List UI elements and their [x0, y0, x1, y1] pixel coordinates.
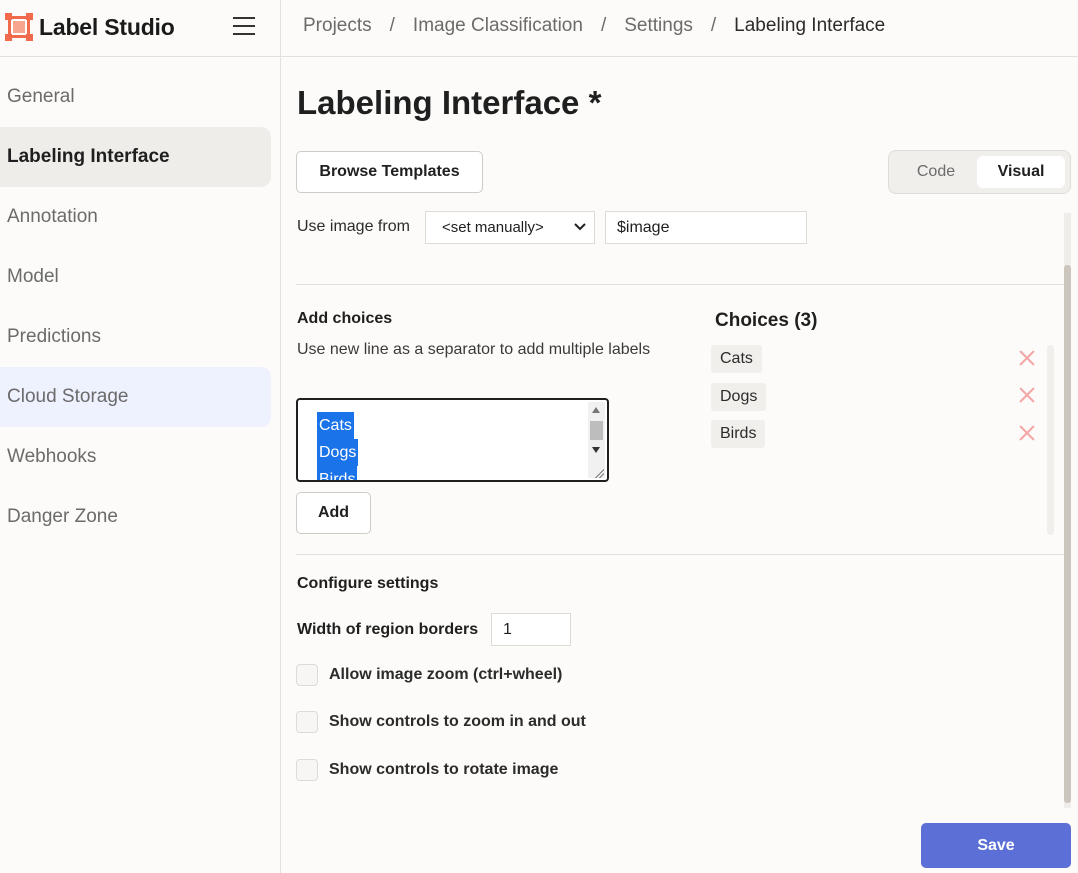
breadcrumb-current: Labeling Interface [734, 15, 886, 36]
textarea-line: Birds [317, 466, 358, 480]
breadcrumb-separator: / [710, 15, 717, 36]
resize-grip-icon[interactable] [594, 468, 604, 478]
breadcrumb-separator: / [600, 15, 607, 36]
sidebar-item-labeling-interface[interactable]: Labeling Interface [0, 127, 271, 187]
chevron-down-icon [574, 212, 586, 255]
sidebar-item-annotation[interactable]: Annotation [0, 187, 271, 247]
breadcrumb-separator: / [389, 15, 395, 36]
save-button[interactable]: Save [921, 823, 1071, 868]
tab-code[interactable]: Code [895, 156, 977, 188]
breadcrumb-project[interactable]: Image Classification [413, 15, 583, 37]
main-scroll-thumb[interactable] [1064, 265, 1071, 803]
image-source-select[interactable]: <set manually> [425, 211, 595, 244]
sidebar-item-model[interactable]: Model [0, 247, 271, 307]
choice-chip-cats: Cats [711, 345, 762, 373]
zoom-controls-checkbox[interactable] [296, 711, 318, 733]
browse-templates-button[interactable]: Browse Templates [296, 151, 483, 193]
image-source-select-value: <set manually> [442, 219, 544, 236]
header-divider [280, 0, 281, 57]
add-choices-hint: Use new line as a separator to add multi… [297, 341, 651, 358]
close-icon[interactable] [1017, 423, 1037, 443]
add-choices-button[interactable]: Add [296, 492, 371, 534]
rotate-controls-checkbox[interactable] [296, 759, 318, 781]
page-title: Labeling Interface * [297, 84, 602, 121]
breadcrumb-settings[interactable]: Settings [624, 15, 693, 37]
textarea-line: Cats [317, 412, 354, 439]
configure-settings-title: Configure settings [297, 575, 439, 592]
divider [296, 284, 1064, 285]
zoom-checkbox-label[interactable]: Allow image zoom (ctrl+wheel) [329, 666, 562, 684]
scroll-down-icon[interactable] [592, 447, 600, 453]
sidebar-item-danger-zone[interactable]: Danger Zone [0, 487, 271, 547]
hamburger-icon[interactable] [233, 17, 255, 35]
choices-textarea[interactable]: Cats Dogs Birds [296, 398, 609, 482]
scroll-up-icon[interactable] [592, 407, 600, 413]
border-width-input[interactable]: 1 [491, 613, 571, 646]
tab-visual[interactable]: Visual [977, 156, 1065, 188]
choices-scrollbar[interactable] [1047, 345, 1054, 535]
label-studio-logo-icon [5, 13, 33, 41]
image-source-label: Use image from [297, 218, 410, 235]
textarea-content: Cats Dogs Birds [317, 412, 359, 480]
image-variable-input[interactable]: $image [605, 211, 807, 244]
breadcrumb: Projects / Image Classification / Settin… [303, 15, 885, 37]
sidebar-item-cloud-storage[interactable]: Cloud Storage [0, 367, 271, 427]
top-bar: Label Studio Projects / Image Classifica… [0, 0, 1078, 57]
scroll-thumb[interactable] [590, 421, 603, 440]
add-choices-title: Add choices [297, 310, 393, 327]
choice-chip-dogs: Dogs [711, 383, 767, 411]
close-icon[interactable] [1017, 385, 1037, 405]
sidebar-item-predictions[interactable]: Predictions [0, 307, 271, 367]
choice-chip-birds: Birds [711, 420, 766, 448]
sidebar-item-general[interactable]: General [0, 67, 271, 127]
app-name: Label Studio [39, 13, 175, 40]
zoom-checkbox[interactable] [296, 664, 318, 686]
choices-title: Choices (3) [715, 310, 818, 331]
mode-toggle: Code Visual [888, 150, 1071, 194]
breadcrumb-projects[interactable]: Projects [303, 15, 372, 37]
close-icon[interactable] [1017, 348, 1037, 368]
textarea-scrollbar[interactable] [588, 402, 605, 478]
textarea-line: Dogs [317, 439, 359, 466]
brand[interactable]: Label Studio [5, 13, 175, 41]
rotate-controls-checkbox-label[interactable]: Show controls to rotate image [329, 761, 558, 779]
border-width-label: Width of region borders [297, 621, 479, 638]
zoom-controls-checkbox-label[interactable]: Show controls to zoom in and out [329, 713, 586, 731]
divider [296, 554, 1064, 555]
sidebar-item-webhooks[interactable]: Webhooks [0, 427, 271, 487]
settings-sidebar: General Labeling Interface Annotation Mo… [0, 57, 281, 873]
